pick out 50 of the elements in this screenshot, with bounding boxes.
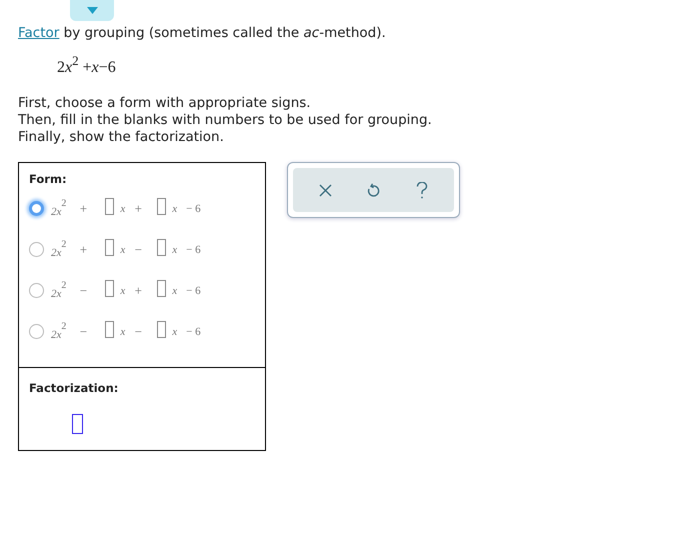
radio-button[interactable] bbox=[29, 283, 44, 298]
expression-text: 2x$^{2}$ +x−6 bbox=[57, 54, 116, 78]
undo-icon bbox=[366, 182, 380, 198]
variable-text: x bbox=[172, 202, 178, 216]
variable-text: x bbox=[120, 324, 126, 340]
constant-text: − 6 bbox=[186, 242, 201, 258]
variable-text: x bbox=[172, 284, 178, 298]
constant-text: − 6 bbox=[186, 202, 201, 216]
radio-button[interactable] bbox=[29, 201, 44, 216]
term-text: 2x 2 bbox=[51, 240, 66, 260]
blank-field[interactable] bbox=[157, 198, 166, 214]
sign-text: − bbox=[134, 241, 143, 259]
radio-button[interactable] bbox=[29, 324, 44, 340]
factorization-label: Factorization: bbox=[29, 380, 120, 397]
instruction-text: Then, fill in the blanks with numbers to be used for grouping. bbox=[18, 112, 433, 129]
blank-field[interactable] bbox=[105, 198, 114, 214]
sign-text: − bbox=[78, 282, 88, 300]
blank-field[interactable] bbox=[157, 238, 166, 256]
expand-tab[interactable] bbox=[70, 0, 114, 21]
term-text: 2x 2 bbox=[51, 280, 66, 301]
variable-text: x bbox=[120, 284, 126, 298]
constant-text: − 6 bbox=[186, 284, 201, 298]
sign-text: + bbox=[78, 200, 88, 218]
instruction-text: Finally, show the factorization. bbox=[18, 129, 225, 146]
variable-text: x bbox=[120, 242, 126, 258]
blank-field[interactable] bbox=[157, 280, 166, 296]
radio-button[interactable] bbox=[29, 242, 44, 258]
variable-text: x bbox=[172, 324, 178, 340]
sign-text: + bbox=[78, 241, 88, 259]
sign-text: − bbox=[78, 323, 88, 341]
blank-field[interactable] bbox=[157, 320, 166, 338]
help-icon bbox=[416, 182, 428, 198]
close-icon bbox=[318, 184, 332, 196]
blank-field[interactable] bbox=[105, 280, 114, 296]
answer-field[interactable] bbox=[72, 414, 83, 434]
term-text: 2x 2 bbox=[51, 322, 66, 342]
sign-text: + bbox=[134, 282, 143, 300]
form-label: Form: bbox=[29, 171, 68, 188]
variable-text: x bbox=[120, 202, 126, 216]
blank-field[interactable] bbox=[105, 238, 114, 256]
variable-text: x bbox=[172, 242, 178, 258]
intro-text: Factor by grouping (sometimes called the ac-method). bbox=[18, 24, 387, 42]
sign-text: + bbox=[134, 200, 143, 218]
factor-link[interactable]: Factor bbox=[18, 25, 60, 41]
caret-icon bbox=[86, 7, 98, 14]
blank-field[interactable] bbox=[105, 320, 114, 338]
sign-text: − bbox=[134, 323, 143, 341]
constant-text: − 6 bbox=[186, 324, 201, 340]
instruction-text: First, choose a form with appropriate signs. bbox=[18, 95, 312, 112]
term-text: 2x 2 bbox=[51, 198, 66, 219]
